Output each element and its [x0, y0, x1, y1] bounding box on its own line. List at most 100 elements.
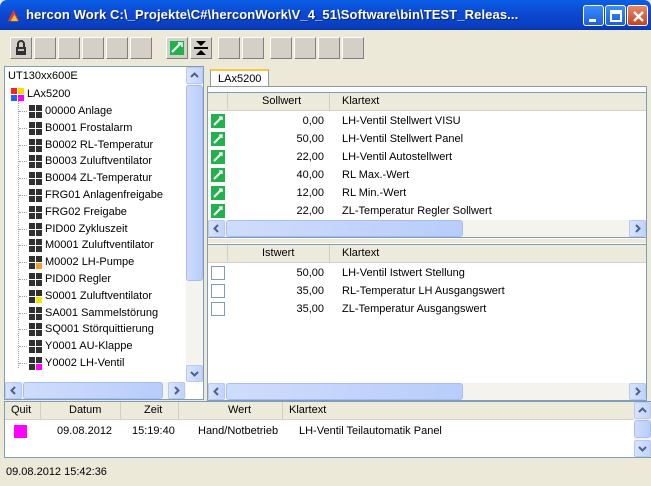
log-vscroll[interactable] [634, 402, 651, 457]
close-button[interactable] [627, 5, 648, 26]
window-title: hercon Work C:\_Projekte\C#\herconWork\V… [26, 7, 519, 22]
log-time: 15:19:40 [132, 425, 175, 437]
valve-green-icon[interactable] [211, 150, 225, 164]
chevron-up-icon [638, 407, 647, 413]
toolbar-button-14[interactable] [342, 37, 364, 59]
hscroll-thumb[interactable] [226, 383, 463, 400]
scroll-right-button[interactable] [168, 382, 185, 399]
tree-connector [19, 127, 27, 129]
toolbar-button-5[interactable] [106, 37, 128, 59]
tree-connector [19, 111, 27, 112]
setpoint-value[interactable]: 50,00 [228, 130, 324, 148]
setpoint-row[interactable]: 12,00 RL Min.-Wert [208, 184, 646, 202]
valve-green-icon[interactable] [211, 204, 225, 218]
tab-panel: Sollwert Klartext 0,00 LH-Ventil Stellwer… [207, 86, 647, 401]
valve-green-icon[interactable] [211, 186, 225, 200]
actual-grid[interactable]: Istwert Klartext 50,00 LH-Ventil Istwert … [207, 244, 647, 401]
scroll-left-button[interactable] [208, 220, 225, 237]
setpoint-row[interactable]: 0,00 LH-Ventil Stellwert VISU [208, 112, 646, 130]
toolbar-button-6[interactable] [130, 37, 152, 59]
valve-button[interactable] [166, 37, 188, 59]
scroll-down-button[interactable] [186, 365, 203, 382]
tree-hscroll[interactable] [5, 382, 186, 399]
header-wert[interactable]: Wert [179, 402, 283, 420]
setpoint-row[interactable]: 22,00 LH-Ventil Autostellwert [208, 148, 646, 166]
header-sollwert[interactable]: Sollwert [228, 93, 330, 111]
tree-vscroll[interactable] [186, 67, 203, 382]
minimize-button[interactable] [583, 5, 604, 26]
lock-button[interactable] [10, 37, 32, 59]
row-checkbox[interactable] [211, 266, 225, 280]
valve-green-icon[interactable] [211, 168, 225, 182]
chevron-right-icon [635, 224, 641, 233]
header-quit[interactable]: Quit [5, 402, 41, 420]
scroll-thumb[interactable] [634, 420, 651, 438]
log-text: LH-Ventil Teilautomatik Panel [299, 425, 442, 437]
scroll-right-button[interactable] [629, 220, 646, 237]
setpoint-value[interactable]: 22,00 [228, 148, 324, 166]
scroll-left-button[interactable] [208, 383, 225, 400]
title-bar[interactable]: hercon Work C:\_Projekte\C#\herconWork\V… [0, 0, 651, 30]
hscroll-thumb[interactable] [226, 220, 463, 237]
toolbar-button-4[interactable] [82, 37, 104, 59]
module-icon [29, 340, 42, 354]
device-tree[interactable]: UT130xx600E LAx5200 00000 Anlage B0001 Fr… [4, 66, 204, 400]
tree-connector [19, 178, 27, 180]
event-log[interactable]: Quit Datum Zeit Wert Klartext 09.08.2012… [4, 401, 651, 458]
grid-splitter[interactable] [208, 239, 646, 243]
scroll-down-button[interactable] [634, 440, 651, 457]
valve-green-icon [170, 41, 184, 55]
toolbar-button-13[interactable] [318, 37, 340, 59]
scroll-thumb[interactable] [186, 85, 203, 281]
module-icon [29, 155, 42, 169]
tree-connector [19, 279, 27, 280]
valve-green-icon[interactable] [211, 114, 225, 128]
header-klartext[interactable]: Klartext [330, 245, 630, 263]
setpoint-text: LH-Ventil Autostellwert [342, 151, 453, 163]
actual-value: 50,00 [296, 267, 324, 279]
maximize-button[interactable] [605, 5, 626, 26]
toolbar-button-11[interactable] [270, 37, 292, 59]
header-klartext[interactable]: Klartext [283, 402, 635, 420]
setpoint-row[interactable]: 40,00 RL Max.-Wert [208, 166, 646, 184]
setpoint-grid[interactable]: Sollwert Klartext 0,00 LH-Ventil Stellwer… [207, 92, 647, 238]
header-klartext[interactable]: Klartext [330, 93, 630, 111]
setpoint-row[interactable]: 22,00 ZL-Temperatur Regler Sollwert [208, 202, 646, 220]
toolbar-button-9[interactable] [218, 37, 240, 59]
setpoint-hscroll[interactable] [208, 220, 646, 237]
header-datum[interactable]: Datum [41, 402, 121, 420]
hscroll-thumb[interactable] [23, 382, 163, 399]
toolbar-button-12[interactable] [294, 37, 316, 59]
setpoint-row[interactable]: 50,00 LH-Ventil Stellwert Panel [208, 130, 646, 148]
setpoint-value[interactable]: 40,00 [228, 166, 324, 184]
scroll-left-button[interactable] [5, 382, 22, 399]
tab-strip: LAx5200 [207, 66, 647, 89]
grid-header: Sollwert Klartext [208, 93, 646, 111]
setpoint-value[interactable]: 22,00 [228, 202, 324, 220]
actual-row[interactable]: 35,00 RL-Temperatur LH Ausgangswert [208, 282, 646, 300]
quit-status-swatch[interactable] [14, 425, 27, 438]
setpoint-text: LH-Ventil Stellwert VISU [342, 115, 461, 127]
toolbar-button-2[interactable] [34, 37, 56, 59]
actual-row[interactable]: 35,00 ZL-Temperatur Ausgangswert [208, 300, 646, 318]
tree-connector [19, 144, 27, 146]
header-indicator [208, 93, 228, 111]
scroll-right-button[interactable] [629, 383, 646, 400]
status-bar: 09.08.2012 15:42:36 [4, 462, 651, 482]
setpoint-value[interactable]: 12,00 [228, 184, 324, 202]
toolbar-button-3[interactable] [58, 37, 80, 59]
row-checkbox[interactable] [211, 284, 225, 298]
setpoint-value[interactable]: 0,00 [228, 112, 324, 130]
row-checkbox[interactable] [211, 302, 225, 316]
scroll-up-button[interactable] [634, 402, 651, 419]
scroll-up-button[interactable] [186, 67, 203, 84]
module-icon [29, 357, 42, 370]
actual-hscroll[interactable] [208, 383, 646, 400]
valve-green-icon[interactable] [211, 132, 225, 146]
header-istwert[interactable]: Istwert [228, 245, 330, 263]
actual-row[interactable]: 50,00 LH-Ventil Istwert Stellung [208, 264, 646, 282]
log-row[interactable]: 09.08.2012 15:19:40 Hand/Notbetrieb LH-Vent… [5, 422, 650, 440]
header-zeit[interactable]: Zeit [121, 402, 179, 420]
toolbar-button-10[interactable] [242, 37, 264, 59]
split-button[interactable] [190, 37, 212, 59]
